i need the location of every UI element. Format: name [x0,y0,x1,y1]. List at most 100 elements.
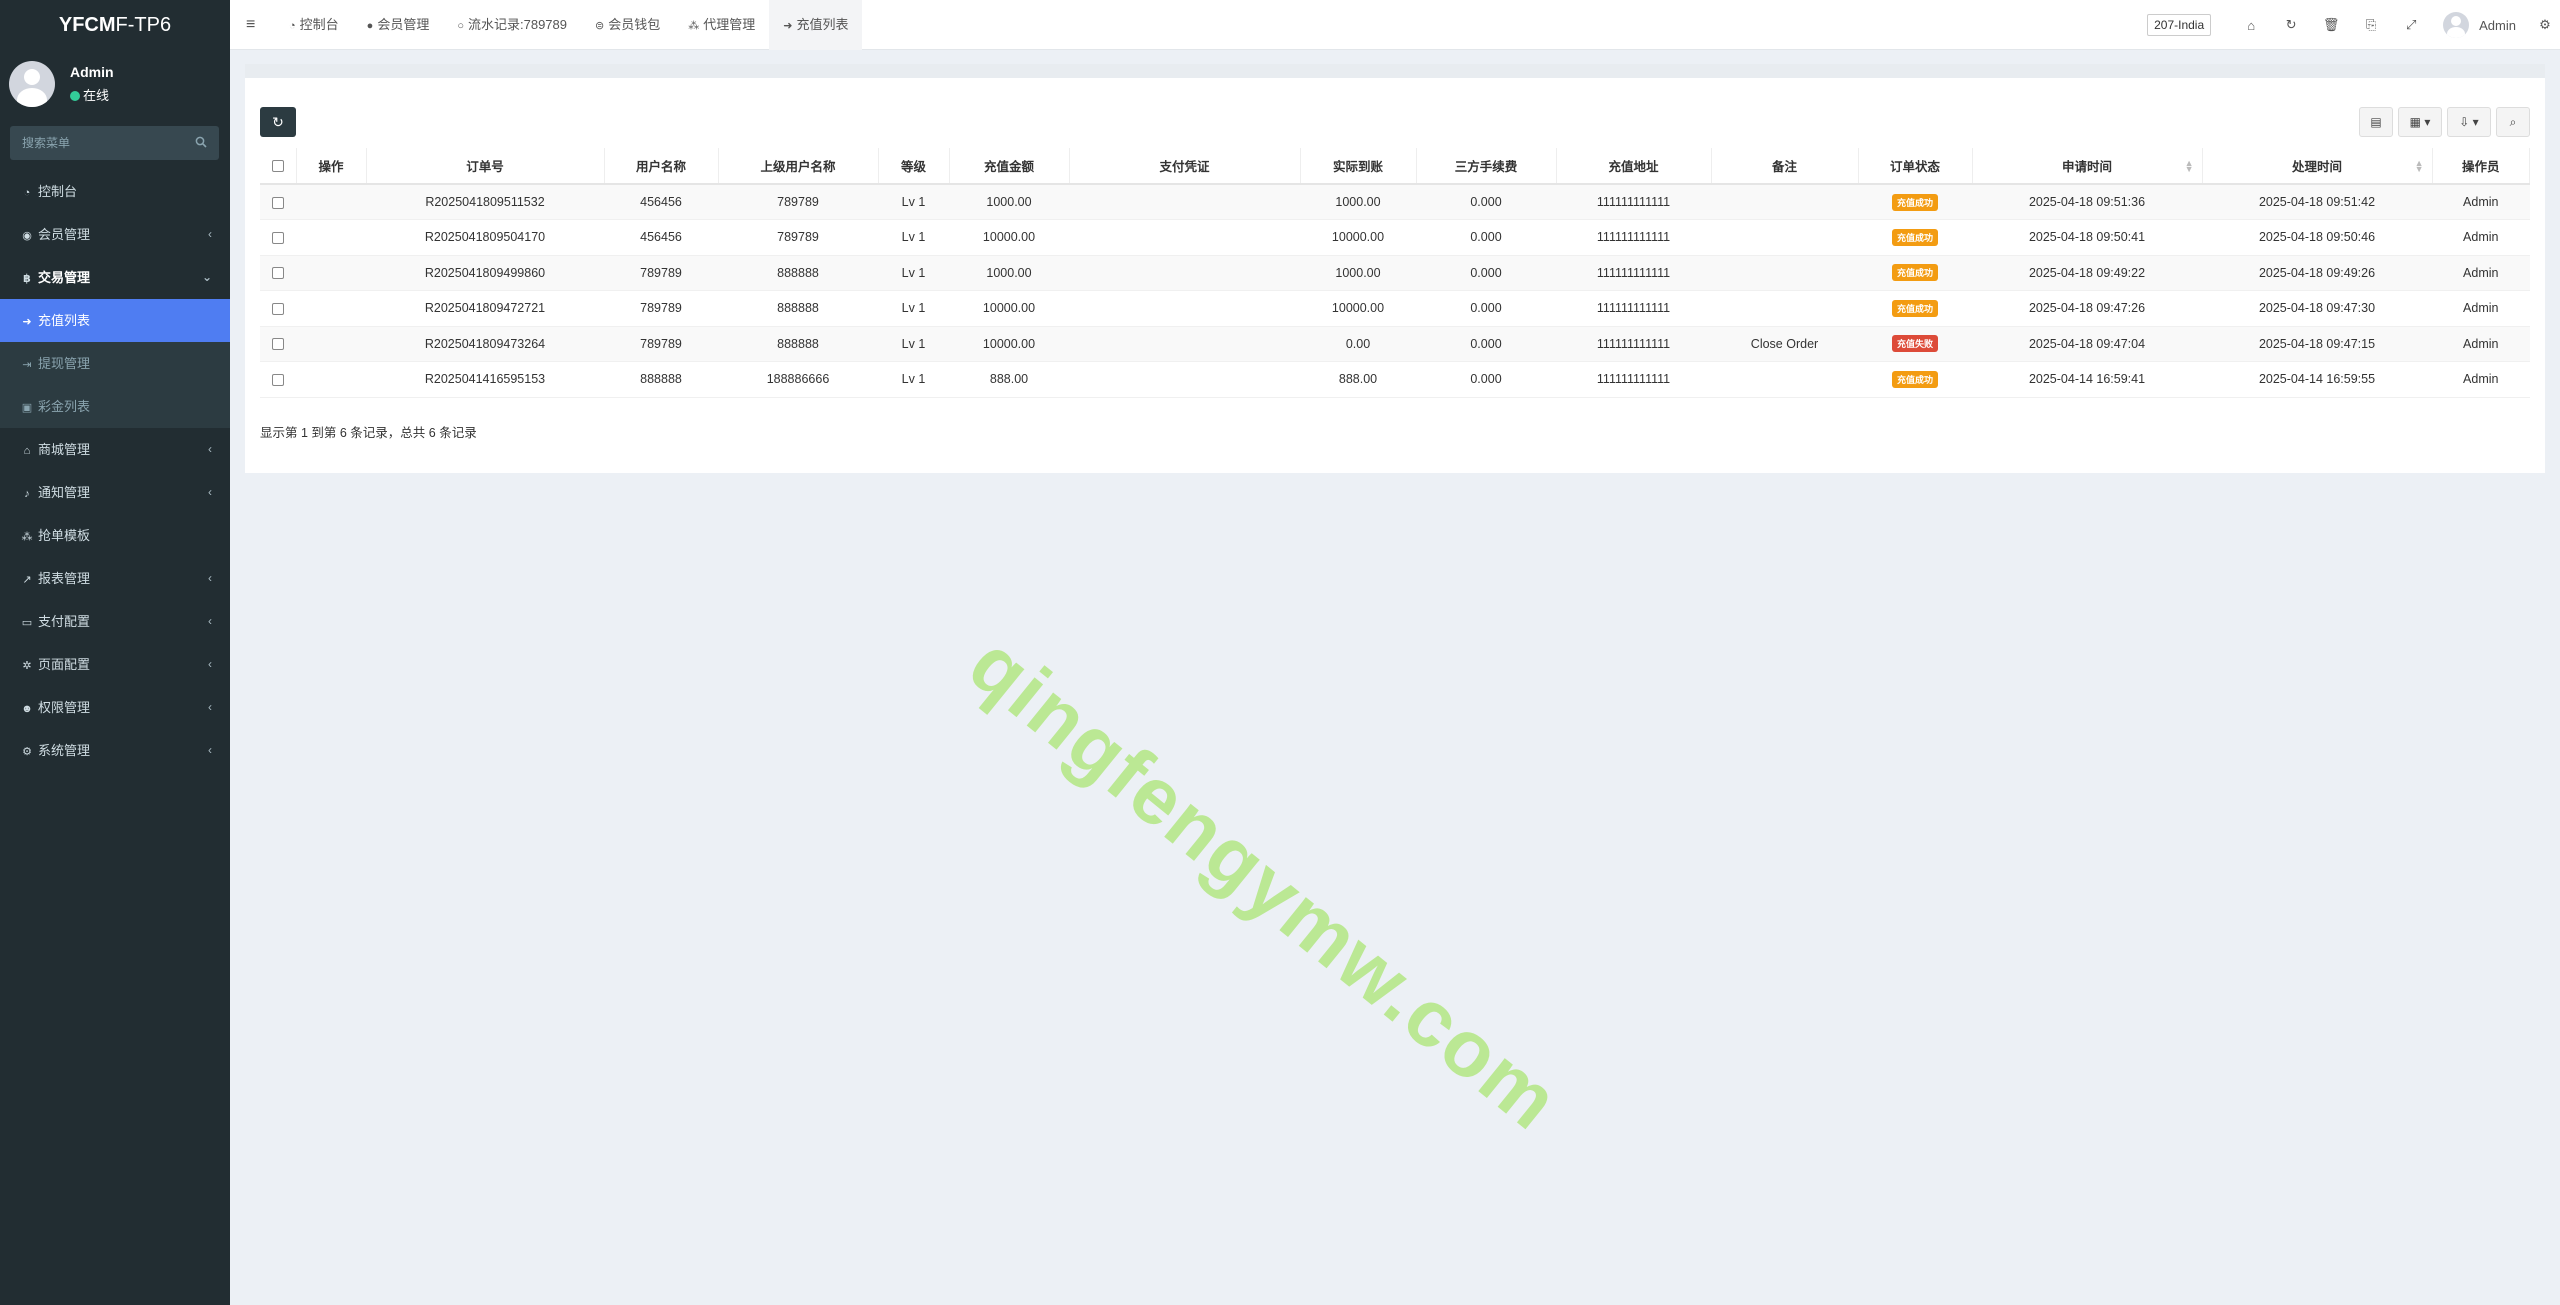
home-icon[interactable]: ⌂ [2231,18,2271,33]
tab-agents[interactable]: ⁂ 代理管理 [674,0,769,50]
line-chart-icon: ↗ [22,574,32,586]
cell-status: 充值成功 [1858,361,1972,398]
table-row[interactable]: R2025041416595153 888888 188886666 Lv 1 888.… [260,361,2530,398]
sidebar-item-withdraw[interactable]: ⇥ 提现管理 [0,342,230,385]
gears-icon[interactable]: ⚙ [2530,17,2560,33]
trash-icon[interactable]: 🗑 [2311,17,2351,33]
column-header: 实际到账 [1300,148,1417,185]
select-all-checkbox[interactable] [271,160,284,173]
chevron-down-icon: ⌄ [201,270,212,284]
sign-out-icon: ⇥ [22,359,32,371]
row-select-cell [260,219,296,256]
cell-proof [1069,361,1300,398]
sidebar-item-page-config[interactable]: ✲ 页面配置 ‹ [0,643,230,686]
toggle-view-button[interactable]: ▤ [2359,107,2393,137]
cell-status: 充值成功 [1858,255,1972,291]
cell-parent: 789789 [718,184,878,220]
cell-proof [1069,326,1300,362]
cell-fee: 0.000 [1416,290,1556,327]
sidebar-item-reports[interactable]: ↗ 报表管理 ‹ [0,557,230,600]
row-checkbox[interactable] [272,302,284,315]
sort-icon: ▲ ▼ [2414,158,2424,174]
sign-in-icon: ➜ [783,20,793,32]
pagination-info: 显示第 1 到第 6 条记录，总共 6 条记录 [260,426,477,440]
row-actions [296,219,366,256]
tab-dashboard[interactable]: ◔ 控制台 [275,0,353,50]
table-icon: ▤ [2370,115,2382,129]
sidebar-item-trading[interactable]: ฿ 交易管理 ⌄ [0,256,230,299]
users-icon: ☻ [21,703,33,715]
language-select[interactable]: 207-India [2147,14,2212,36]
cell-user: 789789 [604,290,718,327]
table-row[interactable]: R2025041809511532 456456 789789 Lv 1 1000.00… [260,184,2530,220]
cell-amount: 1000.00 [949,255,1069,291]
tab-members[interactable]: ● 会员管理 [353,0,444,50]
cell-processed: 2025-04-18 09:50:46 [2202,219,2432,256]
tab-recharge-list[interactable]: ➜ 充值列表 [769,0,863,50]
row-checkbox[interactable] [272,338,284,351]
cell-actual: 10000.00 [1300,290,1416,327]
menu-search-input[interactable] [10,126,180,160]
column-header-sortable[interactable]: 申请时间 ▲ ▼ [1972,148,2203,185]
wallet-icon: ⊜ [595,20,605,32]
sidebar-item-recharge-list[interactable]: ➜ 充值列表 [0,299,230,342]
search-icon[interactable] [195,136,207,151]
cell-order: R2025041809473264 [366,326,604,362]
search-toggle-button[interactable]: ⌕ [2496,107,2530,137]
sidebar-item-system[interactable]: ⚙ 系统管理 ‹ [0,729,230,772]
row-actions [296,290,366,327]
home-icon: ⌂ [23,445,31,457]
column-header: 等级 [878,148,950,185]
cell-applied: 2025-04-18 09:51:36 [1972,184,2202,220]
cell-note [1711,361,1858,398]
tab-member-wallet[interactable]: ⊜ 会员钱包 [581,0,674,50]
table-row[interactable]: R2025041809504170 456456 789789 Lv 1 10000.0… [260,219,2530,256]
cell-note [1711,184,1858,220]
top-navbar: ≡ ◔ 控制台 ● 会员管理 ○ 流水记录:789789 ⊜ 会员钱包 ⁂ 代理管理 ➜ 充… [230,0,2560,50]
refresh-icon[interactable]: ↻ [2271,17,2311,33]
tab-label: 会员管理 [377,17,430,32]
sidebar-item-label: 通知管理 [38,485,91,500]
table-row[interactable]: R2025041809499860 789789 888888 Lv 1 1000.00… [260,255,2530,291]
cell-proof [1069,255,1300,291]
menu-toggle-icon[interactable]: ≡ [246,16,255,34]
sidebar-item-dashboard[interactable]: ◔ 控制台 [0,170,230,213]
translate-icon[interactable]: ⎘ [2351,17,2391,33]
row-checkbox[interactable] [272,231,284,244]
cell-processed: 2025-04-18 09:49:26 [2202,255,2432,291]
chevron-left-icon: ‹ [208,743,212,757]
sidebar-item-bonus-list[interactable]: ▣ 彩金列表 [0,385,230,428]
sidebar-item-notifications[interactable]: ♪ 通知管理 ‹ [0,471,230,514]
tab-flow-records[interactable]: ○ 流水记录:789789 [443,0,581,50]
table-row[interactable]: R2025041809472721 789789 888888 Lv 1 10000.0… [260,290,2530,327]
row-checkbox[interactable] [272,267,284,280]
sidebar-item-label: 充值列表 [38,313,91,328]
app-logo[interactable]: YFCMF-TP6 [0,0,230,50]
row-checkbox[interactable] [272,373,284,386]
sidebar-item-permissions[interactable]: ☻ 权限管理 ‹ [0,686,230,729]
sidebar: YFCMF-TP6 Admin 在线 ◔ 控制台 ◉ 会员管理 ‹ ฿ 交易管理 ⌄ ➜ 充… [0,0,230,1305]
circle-icon: ○ [457,20,464,32]
dashboard-icon: ◔ [23,187,31,199]
chevron-left-icon: ‹ [208,700,212,714]
sidebar-item-members[interactable]: ◉ 会员管理 ‹ [0,213,230,256]
sidebar-item-grab-template[interactable]: ⁂ 抢单模板 [0,514,230,557]
column-header-sortable[interactable]: 处理时间 ▲ ▼ [2202,148,2433,185]
status-badge: 充值成功 [1891,228,1938,246]
refresh-button[interactable]: ↻ [260,107,296,137]
cell-proof [1069,184,1300,220]
columns-button[interactable]: ▦ ▾ [2398,107,2442,137]
export-button[interactable]: ⇩ ▾ [2447,107,2491,137]
cell-operator: Admin [2432,290,2530,327]
fullscreen-icon[interactable]: ⤢ [2391,17,2431,33]
cell-applied: 2025-04-14 16:59:41 [1972,361,2202,398]
cell-fee: 0.000 [1416,326,1556,362]
sidebar-item-payment-config[interactable]: ▭ 支付配置 ‹ [0,600,230,643]
column-header: 三方手续费 [1416,148,1557,185]
table-row[interactable]: R2025041809473264 789789 888888 Lv 1 10000.0… [260,326,2530,362]
cell-level: Lv 1 [878,290,949,327]
cell-status: 充值失败 [1858,326,1972,362]
sidebar-item-shop[interactable]: ⌂ 商城管理 ‹ [0,428,230,471]
row-checkbox[interactable] [272,196,284,209]
top-user-menu[interactable]: Admin [2443,12,2516,38]
